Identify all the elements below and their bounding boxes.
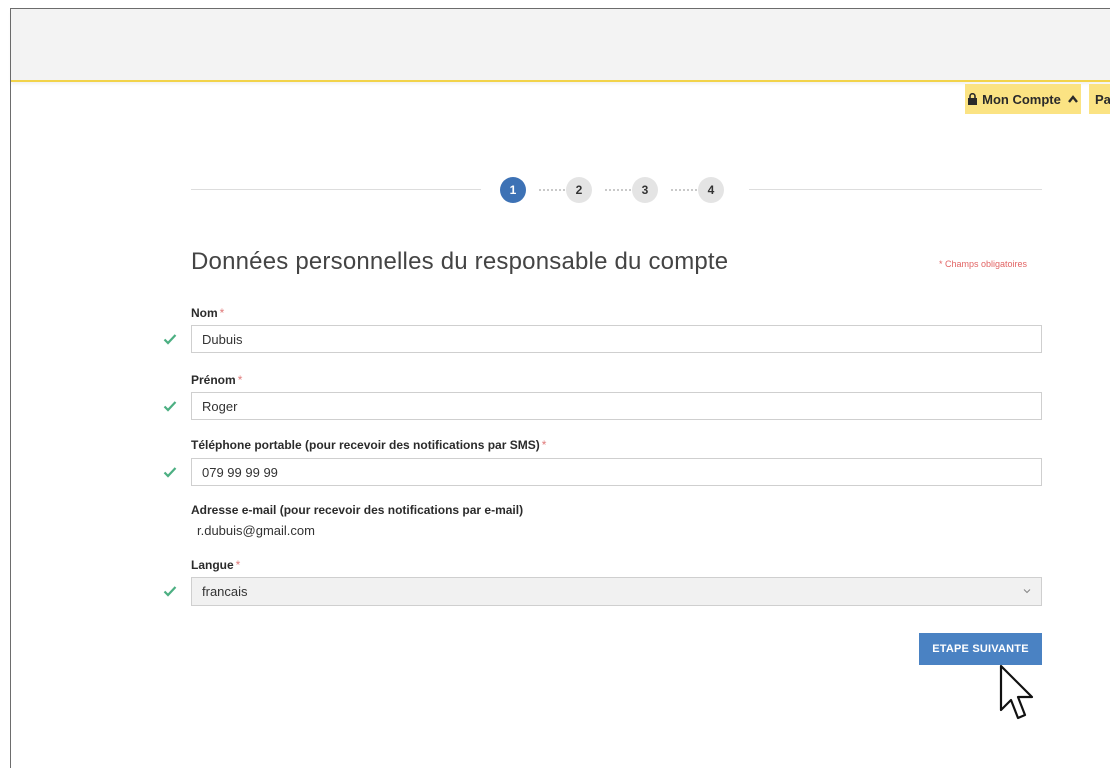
my-account-label: Mon Compte <box>982 91 1061 107</box>
email-label: Adresse e-mail (pour recevoir des notifi… <box>191 503 523 517</box>
next-step-button[interactable]: ETAPE SUIVANTE <box>919 633 1042 665</box>
mouse-pointer-icon <box>999 664 1034 720</box>
check-icon <box>163 401 177 412</box>
stepper-connector <box>671 189 697 191</box>
step-2[interactable]: 2 <box>566 177 592 203</box>
prenom-label: Prénom * <box>191 373 242 387</box>
email-value: r.dubuis@gmail.com <box>197 523 315 538</box>
browser-viewport: Mon Compte Pa 1 2 3 4 Données personnell… <box>10 8 1110 768</box>
page-title: Données personnelles du responsable du c… <box>191 248 729 275</box>
prenom-label-text: Prénom <box>191 373 236 387</box>
nom-input[interactable] <box>191 325 1042 353</box>
step-4[interactable]: 4 <box>698 177 724 203</box>
top-header-bar <box>11 9 1110 82</box>
check-icon <box>163 467 177 478</box>
stepper-line-right <box>749 189 1042 190</box>
required-mark: * <box>219 306 225 320</box>
step-1[interactable]: 1 <box>500 177 526 203</box>
nom-label: Nom * <box>191 306 224 320</box>
language-select-value: francais <box>202 584 248 599</box>
langue-label: Langue * <box>191 558 240 572</box>
required-mark: * <box>541 438 547 452</box>
chevron-up-icon <box>1067 95 1078 103</box>
required-fields-note: * Champs obligatoires <box>939 259 1028 269</box>
my-account-button[interactable]: Mon Compte <box>965 84 1081 114</box>
lock-icon <box>968 93 978 105</box>
phone-label: Téléphone portable (pour recevoir des no… <box>191 438 546 452</box>
chevron-down-icon <box>1023 589 1031 594</box>
second-header-button[interactable]: Pa <box>1089 84 1110 114</box>
step-3[interactable]: 3 <box>632 177 658 203</box>
phone-label-text: Téléphone portable (pour recevoir des no… <box>191 438 540 452</box>
language-select[interactable]: francais <box>191 577 1042 606</box>
check-icon <box>163 334 177 345</box>
second-header-label: Pa <box>1095 91 1110 107</box>
prenom-input[interactable] <box>191 392 1042 420</box>
stepper-line-left <box>191 189 481 190</box>
check-icon <box>163 586 177 597</box>
phone-input[interactable] <box>191 458 1042 486</box>
required-mark: * <box>237 373 243 387</box>
email-label-text: Adresse e-mail (pour recevoir des notifi… <box>191 503 524 517</box>
stepper-connector <box>539 189 565 191</box>
required-mark: * <box>235 558 241 572</box>
stepper-connector <box>605 189 631 191</box>
langue-label-text: Langue <box>191 558 234 572</box>
nom-label-text: Nom <box>191 306 218 320</box>
